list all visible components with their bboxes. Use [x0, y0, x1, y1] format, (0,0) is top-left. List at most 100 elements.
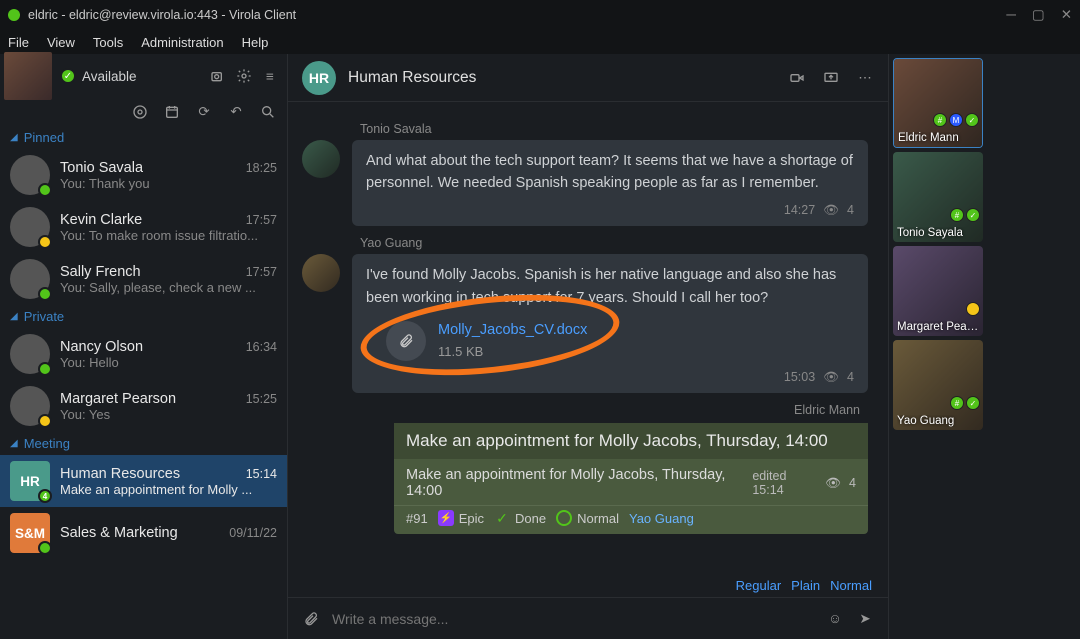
pinned-item[interactable]: Sally French17:57You: Sally, please, che… — [0, 253, 287, 305]
meeting-item[interactable]: HR4Human Resources15:14Make an appointme… — [0, 455, 287, 507]
room-avatar[interactable]: S&M — [10, 513, 50, 553]
chat-time: 17:57 — [246, 213, 277, 227]
avatar[interactable] — [10, 155, 50, 195]
participant-card[interactable]: # ✓ Tonio Sayala — [893, 152, 983, 242]
chat-time: 15:25 — [246, 392, 277, 406]
menubar: File View Tools Administration Help — [0, 30, 1080, 54]
settings-icon[interactable] — [131, 103, 149, 121]
eye-icon: 👁 — [823, 201, 839, 220]
menu-help[interactable]: Help — [242, 35, 269, 50]
history-icon[interactable]: ↶ — [227, 103, 245, 121]
status-badge: ✓ — [966, 208, 980, 222]
message-bubble[interactable]: I've found Molly Jacobs. Spanish is her … — [352, 254, 868, 393]
minimize-icon[interactable]: ─ — [1006, 7, 1016, 23]
maximize-icon[interactable]: ▢ — [1032, 7, 1045, 23]
menu-view[interactable]: View — [47, 35, 75, 50]
msg-time: 14:27 — [784, 201, 815, 220]
menu-administration[interactable]: Administration — [141, 35, 223, 50]
participant-card[interactable]: Margaret Pearson — [893, 246, 983, 336]
chat-name: Human Resources — [60, 466, 180, 482]
avatar[interactable] — [10, 334, 50, 374]
chat-preview: You: Hello — [60, 355, 277, 370]
participant-name: Yao Guang — [897, 415, 979, 427]
participant-name: Margaret Pearson — [897, 321, 979, 333]
message: I've found Molly Jacobs. Spanish is her … — [302, 254, 868, 393]
msg-time: 15:03 — [784, 368, 815, 387]
view-count: 4 — [849, 476, 856, 490]
emoji-icon[interactable]: ☺ — [826, 610, 844, 628]
close-icon[interactable]: ✕ — [1061, 7, 1072, 23]
more-icon[interactable]: ⋯ — [856, 69, 874, 87]
mode-regular[interactable]: Regular — [736, 578, 782, 593]
message-input[interactable] — [332, 611, 814, 627]
composer: ☺ ➤ — [288, 597, 888, 639]
task-assignee[interactable]: Yao Guang — [629, 511, 694, 526]
mentions-icon[interactable]: ⟳ — [195, 103, 213, 121]
mode-plain[interactable]: Plain — [791, 578, 820, 593]
chat-name: Tonio Savala — [60, 160, 143, 176]
participant-name: Tonio Sayala — [897, 227, 979, 239]
avatar[interactable] — [302, 140, 340, 178]
section-private[interactable]: ◢Private — [0, 305, 287, 328]
attachment[interactable]: Molly_Jacobs_CV.docx 11.5 KB — [386, 319, 854, 362]
pinned-item[interactable]: Tonio Savala18:25You: Thank you — [0, 149, 287, 201]
status-badge: ✓ — [965, 113, 979, 127]
chat-time: 16:34 — [246, 340, 277, 354]
menu-icon[interactable]: ≡ — [261, 67, 279, 85]
mode-normal[interactable]: Normal — [830, 578, 872, 593]
avatar[interactable] — [10, 259, 50, 299]
check-icon: ✓ — [494, 510, 510, 526]
self-status[interactable]: Available — [82, 69, 137, 84]
hash-badge: # — [933, 113, 947, 127]
menu-tools[interactable]: Tools — [93, 35, 123, 50]
editor-modes: Regular Plain Normal — [288, 574, 888, 597]
chat-preview: You: Yes — [60, 407, 277, 422]
view-count: 4 — [847, 368, 854, 387]
participant-card[interactable]: #M ✓ Eldric Mann — [893, 58, 983, 148]
task-priority: Normal — [577, 511, 619, 526]
video-icon[interactable] — [788, 69, 806, 87]
window-title: eldric - eldric@review.virola.io:443 - V… — [28, 8, 998, 22]
participant-name: Eldric Mann — [898, 132, 978, 144]
file-name: Molly_Jacobs_CV.docx — [438, 319, 587, 341]
private-item[interactable]: Nancy Olson 16:34You: Hello — [0, 328, 287, 380]
chat-name: Kevin Clarke — [60, 212, 142, 228]
titlebar: eldric - eldric@review.virola.io:443 - V… — [0, 0, 1080, 30]
chat-time: 15:14 — [246, 467, 277, 481]
meeting-item[interactable]: S&MSales & Marketing09/11/22 — [0, 507, 287, 559]
room-avatar[interactable]: HR — [302, 61, 336, 95]
send-icon[interactable]: ➤ — [856, 610, 874, 628]
menu-file[interactable]: File — [8, 35, 29, 50]
chat-time: 09/11/22 — [229, 526, 277, 540]
message: And what about the tech support team? It… — [302, 140, 868, 226]
camera-icon[interactable] — [209, 67, 227, 85]
room-title: Human Resources — [348, 69, 776, 87]
self-avatar[interactable] — [4, 52, 52, 100]
room-avatar[interactable]: HR4 — [10, 461, 50, 501]
pinned-item[interactable]: Kevin Clarke17:57You: To make room issue… — [0, 201, 287, 253]
calendar-icon[interactable] — [163, 103, 181, 121]
attach-icon[interactable] — [302, 610, 320, 628]
private-item[interactable]: Margaret Pearson15:25You: Yes — [0, 380, 287, 432]
task-epic: Epic — [459, 511, 484, 526]
avatar[interactable] — [302, 254, 340, 292]
search-icon[interactable] — [259, 103, 277, 121]
section-meeting[interactable]: ◢Meeting — [0, 432, 287, 455]
chat-preview: You: Thank you — [60, 176, 277, 191]
gear-icon[interactable] — [235, 67, 253, 85]
chat-time: 17:57 — [246, 265, 277, 279]
message-bubble[interactable]: And what about the tech support team? It… — [352, 140, 868, 226]
task-card[interactable]: Make an appointment for Molly Jacobs, Th… — [394, 423, 868, 534]
msg-author: Eldric Mann — [360, 403, 860, 417]
avatar[interactable] — [10, 386, 50, 426]
avatar[interactable] — [10, 207, 50, 247]
chat-name: Nancy Olson — [60, 339, 143, 355]
section-pinned[interactable]: ◢Pinned — [0, 126, 287, 149]
msg-author: Tonio Savala — [360, 122, 868, 136]
status-tick-icon: ✓ — [60, 68, 76, 84]
sidebar: ✓ Available ≡ ⟳ ↶ ◢Pinned Tonio Savala18… — [0, 54, 288, 639]
task-body: Make an appointment for Molly Jacobs, Th… — [406, 467, 752, 499]
screenshare-icon[interactable] — [822, 69, 840, 87]
participant-card[interactable]: # ✓ Yao Guang — [893, 340, 983, 430]
chat-name: Sally French — [60, 264, 141, 280]
